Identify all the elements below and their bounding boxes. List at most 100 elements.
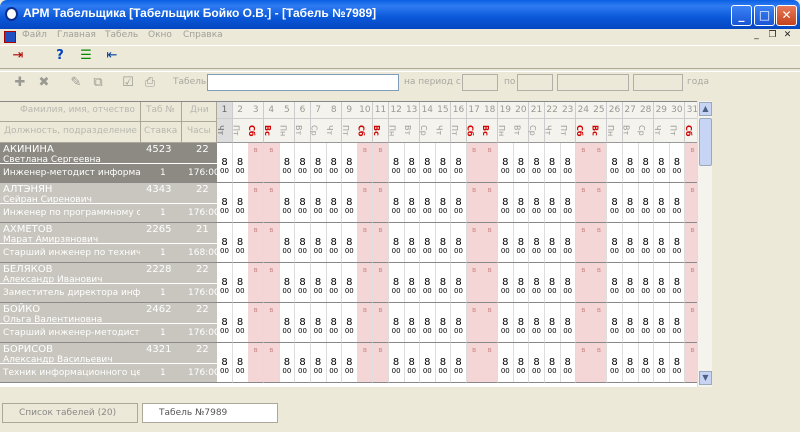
remove-employee-icon[interactable]: ✖ <box>34 74 54 92</box>
day-cell[interactable]: 8 00 <box>497 143 514 183</box>
day-cell[interactable]: 8 00 <box>435 223 452 263</box>
day-cell[interactable]: 8 00 <box>497 263 514 303</box>
day-cell[interactable]: 8 00 <box>217 263 233 303</box>
day-number-17[interactable]: 17 <box>466 102 483 119</box>
day-cell[interactable]: в <box>591 223 608 263</box>
day-cell[interactable]: 8 00 <box>513 143 530 183</box>
day-cell[interactable]: 8 00 <box>560 143 577 183</box>
day-cell[interactable]: 8 00 <box>279 223 296 263</box>
day-cell[interactable]: 8 00 <box>653 263 670 303</box>
day-cell[interactable]: 8 00 <box>404 263 421 303</box>
day-cell[interactable]: в <box>263 303 280 343</box>
day-cell[interactable]: 8 00 <box>295 343 311 383</box>
day-cell[interactable]: в <box>591 183 608 223</box>
day-cell[interactable]: 8 00 <box>217 303 233 343</box>
day-cell[interactable]: в <box>248 223 265 263</box>
day-cell[interactable]: в <box>575 143 592 183</box>
day-cell[interactable]: 8 00 <box>388 343 405 383</box>
day-cell[interactable]: 8 00 <box>451 143 467 183</box>
day-cell[interactable]: 8 00 <box>669 303 686 343</box>
day-number-4[interactable]: 4 <box>263 102 280 119</box>
rate-header[interactable]: Ставка <box>141 122 182 143</box>
day-cell[interactable]: в <box>373 263 389 303</box>
arrow-in-icon[interactable]: ⇤ <box>102 47 122 65</box>
day-number-27[interactable]: 27 <box>622 102 639 119</box>
day-number-8[interactable]: 8 <box>326 102 343 119</box>
date-from-input[interactable] <box>462 74 498 91</box>
check-icon[interactable]: ☑ <box>118 74 138 92</box>
day-cell[interactable]: 8 00 <box>669 263 686 303</box>
day-cell[interactable]: 8 00 <box>341 303 358 343</box>
month-select[interactable] <box>557 74 629 91</box>
day-cell[interactable]: 8 00 <box>669 183 686 223</box>
day-cell[interactable]: 8 00 <box>326 143 343 183</box>
day-number-22[interactable]: 22 <box>544 102 561 119</box>
day-cell[interactable]: в <box>373 223 389 263</box>
day-cell[interactable]: 8 00 <box>529 303 545 343</box>
day-cell[interactable]: 8 00 <box>669 223 686 263</box>
day-cell[interactable]: 8 00 <box>341 143 358 183</box>
day-cell[interactable]: 8 00 <box>653 143 670 183</box>
day-cell[interactable]: 8 00 <box>310 343 327 383</box>
date-to-input[interactable] <box>517 74 553 91</box>
day-cell[interactable]: в <box>263 223 280 263</box>
day-cell[interactable]: 8 00 <box>310 223 327 263</box>
menu-tabel[interactable]: Табель <box>105 30 138 40</box>
day-cell[interactable]: в <box>248 303 265 343</box>
day-cell[interactable]: в <box>575 343 592 383</box>
day-cell[interactable]: 8 00 <box>638 263 655 303</box>
day-cell[interactable]: в <box>357 303 374 343</box>
day-cell[interactable]: 8 00 <box>669 343 686 383</box>
day-cell[interactable]: 8 00 <box>419 183 436 223</box>
day-cell[interactable]: 8 00 <box>529 143 545 183</box>
timesheet-grid[interactable]: Фамилия, имя, отчество Должность, подраз… <box>0 101 712 387</box>
day-cell[interactable]: 8 00 <box>404 183 421 223</box>
day-number-18[interactable]: 18 <box>482 102 499 119</box>
day-number-12[interactable]: 12 <box>388 102 405 119</box>
day-cell[interactable]: в <box>591 303 608 343</box>
day-cell[interactable]: 8 00 <box>279 143 296 183</box>
day-cell[interactable]: 8 00 <box>435 303 452 343</box>
day-number-25[interactable]: 25 <box>591 102 608 119</box>
tabel-input[interactable] <box>207 74 399 91</box>
day-cell[interactable]: 8 00 <box>513 343 530 383</box>
copy-icon[interactable]: ⧉ <box>88 74 108 92</box>
add-employee-icon[interactable]: ✚ <box>10 74 30 92</box>
day-cell[interactable]: 8 00 <box>544 343 561 383</box>
day-cell[interactable]: в <box>575 223 592 263</box>
day-number-20[interactable]: 20 <box>513 102 530 119</box>
day-cell[interactable]: в <box>466 303 483 343</box>
day-cell[interactable]: 8 00 <box>497 343 514 383</box>
mdi-minimize-icon[interactable]: _ <box>751 30 762 41</box>
day-cell[interactable]: в <box>357 223 374 263</box>
year-select[interactable] <box>633 74 683 91</box>
day-cell[interactable]: в <box>591 143 608 183</box>
day-cell[interactable]: 8 00 <box>310 263 327 303</box>
day-cell[interactable]: 8 00 <box>217 183 233 223</box>
print-icon[interactable]: ⎙ <box>140 74 160 92</box>
day-cell[interactable]: в <box>263 183 280 223</box>
employee-row[interactable]: БОРИСОВ Александр Васильевич Техник информ… <box>0 343 217 383</box>
day-number-2[interactable]: 2 <box>232 102 249 119</box>
day-cell[interactable]: 8 00 <box>451 343 467 383</box>
day-cell[interactable]: в <box>482 183 499 223</box>
day-cell[interactable]: 8 00 <box>638 303 655 343</box>
day-number-9[interactable]: 9 <box>341 102 358 119</box>
day-cell[interactable]: 8 00 <box>232 343 249 383</box>
day-cell[interactable]: 8 00 <box>560 183 577 223</box>
day-cell[interactable]: 8 00 <box>622 143 639 183</box>
day-cell[interactable]: в <box>373 183 389 223</box>
document-icon[interactable] <box>4 31 16 43</box>
day-cell[interactable]: 8 00 <box>217 343 233 383</box>
day-cell[interactable]: в <box>357 183 374 223</box>
exit-icon[interactable]: ⇥ <box>8 47 28 65</box>
day-cell[interactable]: в <box>357 343 374 383</box>
day-cell[interactable]: в <box>373 343 389 383</box>
day-cell[interactable]: 8 00 <box>607 183 623 223</box>
day-cell[interactable]: 8 00 <box>435 263 452 303</box>
day-cell[interactable]: в <box>575 183 592 223</box>
day-cell[interactable]: 8 00 <box>451 183 467 223</box>
day-cell[interactable]: 8 00 <box>560 343 577 383</box>
day-number-29[interactable]: 29 <box>653 102 670 119</box>
day-cell[interactable]: 8 00 <box>232 143 249 183</box>
